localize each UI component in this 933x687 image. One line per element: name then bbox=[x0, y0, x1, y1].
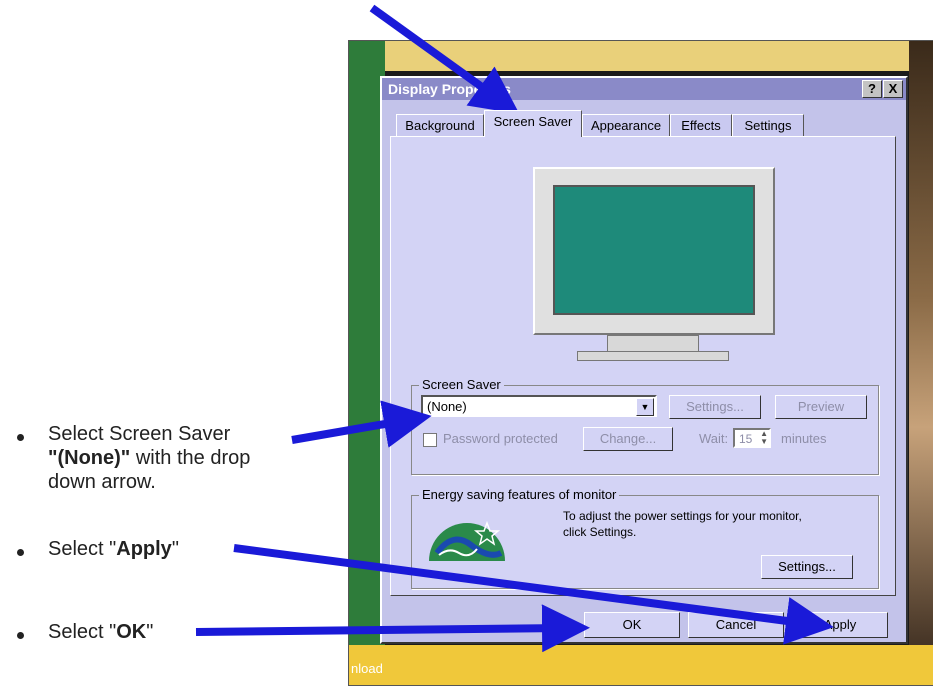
desktop-bottom-strip bbox=[349, 645, 933, 685]
wait-value: 15 bbox=[739, 432, 753, 446]
tab-effects[interactable]: Effects bbox=[670, 114, 732, 136]
screen-saver-selected-value: (None) bbox=[427, 399, 467, 414]
screen-saver-group: Screen Saver (None) ▼ Settings... Previe… bbox=[411, 377, 879, 475]
title-bar[interactable]: Display Properties ? X bbox=[382, 78, 906, 100]
preview-button[interactable]: Preview bbox=[775, 395, 867, 419]
tab-settings[interactable]: Settings bbox=[732, 114, 804, 136]
password-checkbox[interactable] bbox=[423, 433, 437, 447]
display-properties-dialog: Display Properties ? X Background Screen… bbox=[380, 76, 908, 644]
spinner-arrows-icon[interactable]: ▲ ▼ bbox=[760, 430, 768, 446]
wait-label: Wait: bbox=[699, 431, 729, 446]
dialog-title: Display Properties bbox=[388, 81, 511, 97]
change-password-button[interactable]: Change... bbox=[583, 427, 673, 451]
monitor-base bbox=[577, 351, 729, 361]
ok-button[interactable]: OK bbox=[584, 612, 680, 638]
minutes-label: minutes bbox=[781, 431, 827, 446]
energy-group: Energy saving features of monitor To adj… bbox=[411, 487, 879, 589]
instruction-ok: Select "OK" bbox=[48, 621, 154, 643]
energy-star-logo bbox=[429, 520, 505, 561]
tab-appearance[interactable]: Appearance bbox=[582, 114, 670, 136]
bullet-dot bbox=[17, 434, 24, 441]
energy-group-label: Energy saving features of monitor bbox=[419, 487, 620, 502]
energy-text-line1: To adjust the power settings for your mo… bbox=[563, 509, 802, 523]
tab-screen-saver[interactable]: Screen Saver bbox=[484, 110, 582, 137]
close-button[interactable]: X bbox=[883, 80, 903, 98]
instruction-select-none: Select Screen Saver "(None)" with the dr… bbox=[48, 423, 251, 493]
desktop-download-label: nload bbox=[351, 661, 383, 676]
bullet-dot bbox=[17, 632, 24, 639]
password-label: Password protected bbox=[443, 431, 558, 446]
desktop-right-strip bbox=[909, 41, 933, 685]
screen-saver-select[interactable]: (None) ▼ bbox=[421, 395, 657, 417]
energy-settings-button[interactable]: Settings... bbox=[761, 555, 853, 579]
help-button[interactable]: ? bbox=[862, 80, 882, 98]
screen-saver-group-label: Screen Saver bbox=[419, 377, 504, 392]
instruction-apply: Select "Apply" bbox=[48, 538, 179, 560]
screen-saver-panel: Screen Saver (None) ▼ Settings... Previe… bbox=[390, 136, 896, 596]
dropdown-arrow-icon[interactable]: ▼ bbox=[636, 398, 654, 416]
bullet-dot bbox=[17, 549, 24, 556]
tab-background[interactable]: Background bbox=[396, 114, 484, 136]
desktop-top-strip bbox=[349, 41, 933, 71]
apply-button[interactable]: Apply bbox=[792, 612, 888, 638]
cancel-button[interactable]: Cancel bbox=[688, 612, 784, 638]
monitor-screen bbox=[553, 185, 755, 315]
wait-spinner[interactable]: 15 ▲ ▼ bbox=[733, 428, 771, 448]
energy-text-line2: click Settings. bbox=[563, 525, 637, 539]
monitor-preview bbox=[533, 167, 775, 335]
screen-saver-settings-button[interactable]: Settings... bbox=[669, 395, 761, 419]
